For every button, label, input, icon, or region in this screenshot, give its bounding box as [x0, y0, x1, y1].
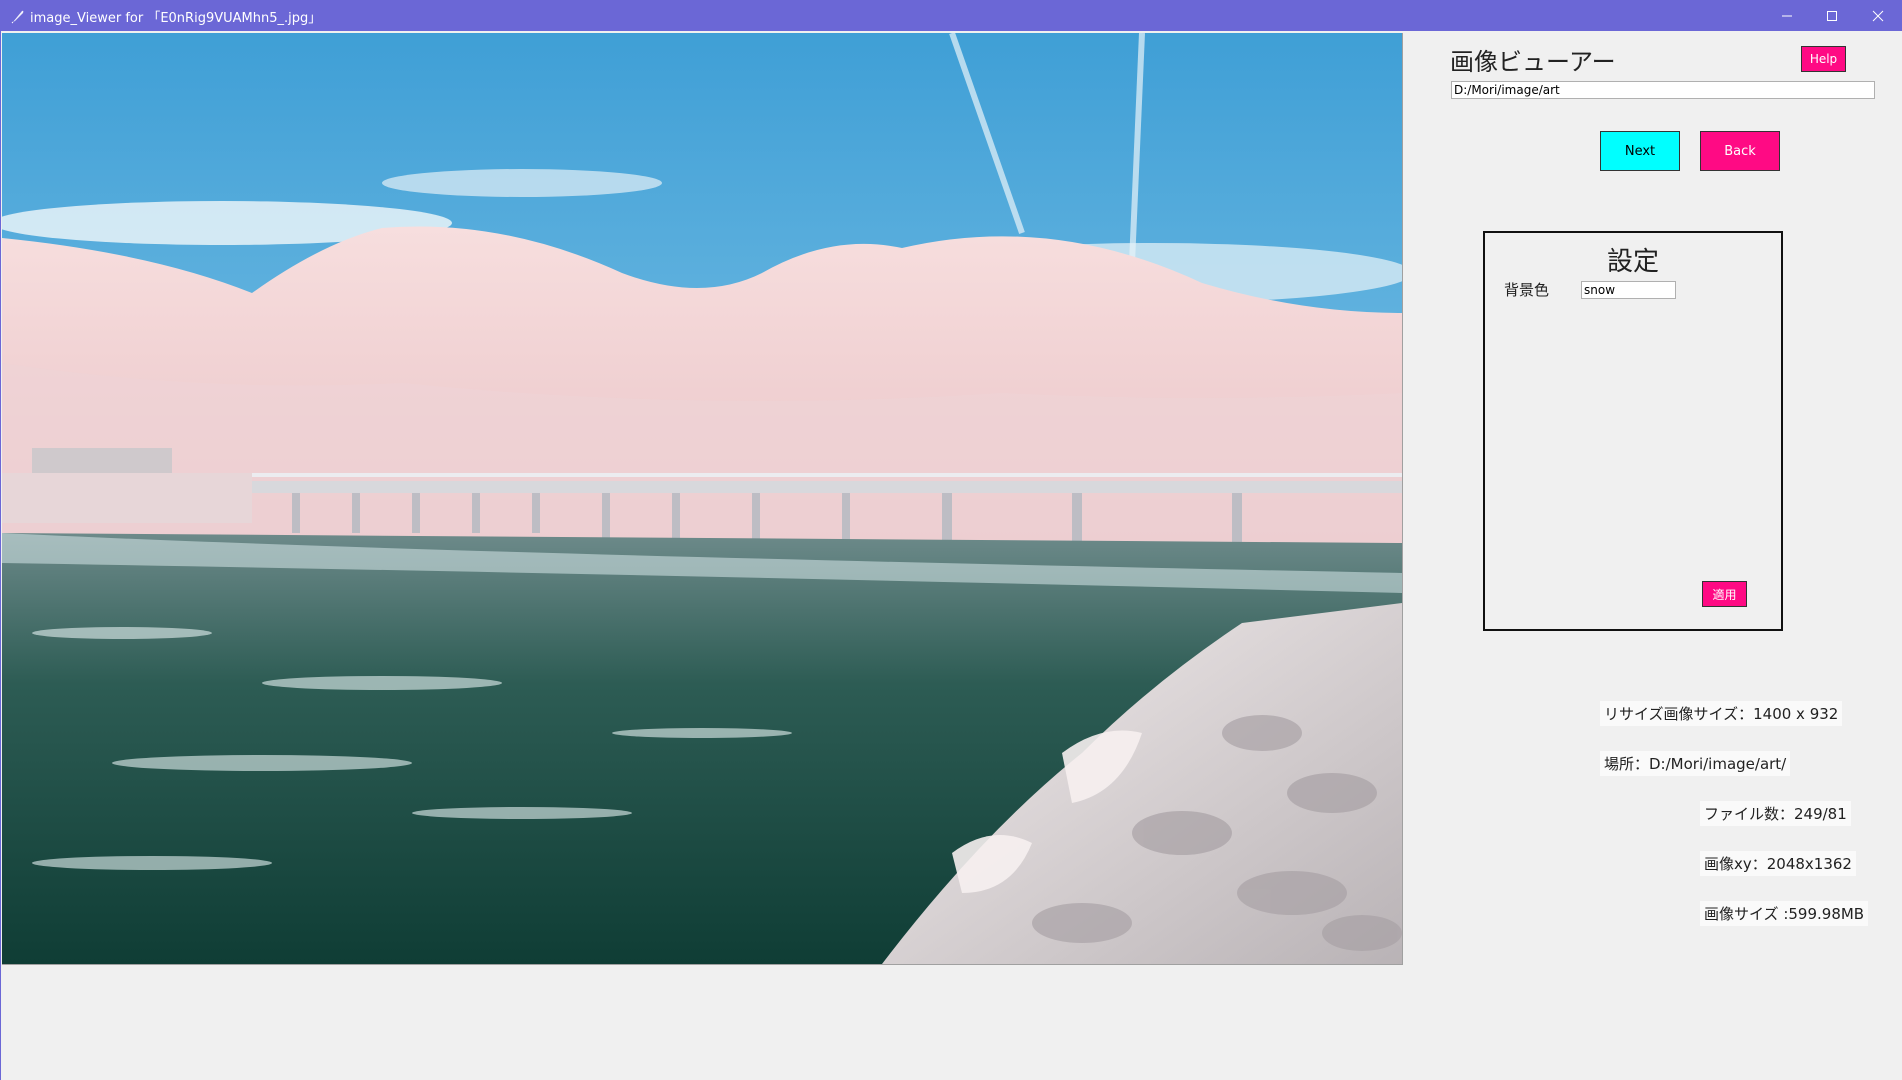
- help-button[interactable]: Help: [1801, 46, 1846, 72]
- settings-title: 設定: [1606, 247, 1659, 277]
- image-size-info: 画像サイズ :599.98MB: [1700, 901, 1869, 926]
- feather-icon: [11, 10, 24, 24]
- window-title: image_Viewer for 「E0nRig9VUAMhn5_.jpg」: [30, 11, 322, 26]
- back-button[interactable]: Back: [1700, 131, 1780, 171]
- file-count-info: ファイル数：249/81: [1700, 801, 1851, 826]
- background-color-label: 背景色: [1504, 281, 1550, 299]
- next-button[interactable]: Next: [1600, 131, 1680, 171]
- image-display: [2, 33, 1403, 965]
- maximize-button[interactable]: [1810, 0, 1854, 31]
- path-input[interactable]: [1451, 81, 1875, 99]
- maximize-icon: [1827, 10, 1837, 21]
- close-icon: [1872, 10, 1884, 21]
- location-info: 場所：D:/Mori/image/art/: [1600, 751, 1791, 776]
- title-bar: image_Viewer for 「E0nRig9VUAMhn5_.jpg」: [0, 0, 1902, 31]
- window-left-border: [0, 31, 1, 1080]
- background-color-input[interactable]: [1581, 281, 1676, 299]
- app-title: 画像ビューアー: [1450, 48, 1616, 76]
- image-xy-info: 画像xy：2048x1362: [1700, 851, 1856, 876]
- resize-size-info: リサイズ画像サイズ：1400 x 932: [1600, 701, 1843, 726]
- minimize-button[interactable]: [1765, 0, 1809, 31]
- settings-panel: 設定 背景色 適用: [1483, 231, 1783, 631]
- displayed-image: [2, 33, 1402, 964]
- minimize-icon: [1782, 15, 1792, 16]
- close-button[interactable]: [1856, 0, 1900, 31]
- apply-button[interactable]: 適用: [1702, 581, 1747, 607]
